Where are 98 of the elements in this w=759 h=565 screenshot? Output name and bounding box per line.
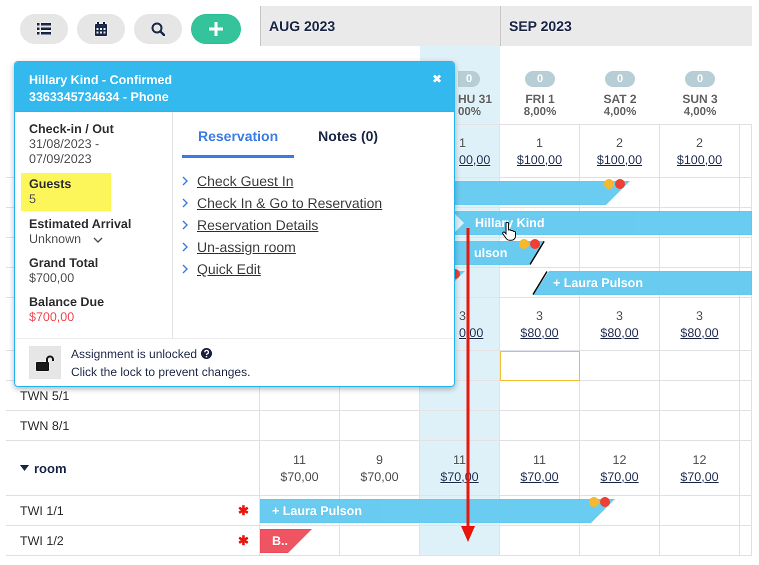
day-name: SUN 3 [682,92,718,106]
grid-cell [740,351,752,381]
availability-count: 12 [612,452,626,466]
month-title: SEP 2023 [509,18,572,34]
room-name: TWN 5/1 [20,388,70,402]
lock-button[interactable] [29,346,61,379]
chevron-down-icon [93,236,104,242]
count-badge: 0 [525,71,555,87]
rate-link[interactable]: 00,00 [459,152,490,166]
action-link[interactable]: Quick Edit [197,261,261,277]
required-mark: ✱ [238,533,249,548]
slash-mark [532,271,548,295]
help-icon [201,348,212,359]
calendar-icon [94,22,108,36]
rate-link[interactable]: $80,00 [520,326,559,340]
availability-count: 11 [453,452,466,466]
rate-link[interactable]: $100,00 [676,152,722,166]
guest-name: + Laura Pulson [272,504,362,518]
field-label: Check-in / Out [29,122,115,137]
field-value: 31/08/2023 - 07/09/2023 [29,137,100,167]
availability-count: 3 [536,308,543,322]
action-link[interactable]: Reservation Details [197,217,318,233]
popup-title: Hillary Kind - Confirmed [29,72,172,89]
availability-count: 3 [696,308,703,322]
slash-mark [529,241,545,265]
day-name: SAT 2 [603,92,637,106]
availability-count: 2 [696,136,703,150]
room-name: TWN 8/1 [20,418,70,432]
lock-hint: Click the lock to prevent changes. [71,364,250,380]
day-name: HU 31 [458,92,492,106]
room-name: TWI 1/1 [20,504,64,518]
grid-cell [740,526,752,556]
popup-subtitle: 3363345734634 - Phone [29,89,170,106]
search-icon [151,22,165,36]
availability-count: 3 [459,308,466,322]
rate-link[interactable]: $70,00 [520,470,559,484]
month-title: AUG 2023 [269,18,336,34]
selected-cell[interactable] [500,351,580,381]
availability-count: 1 [536,136,543,150]
chevron-right-icon [182,220,188,230]
grid-cell [740,178,752,208]
tab[interactable]: Reservation [182,116,294,158]
field-label: Guests [29,177,72,192]
field-label: Estimated Arrival [29,217,132,232]
availability-count: 9 [376,452,383,466]
chevron-right-icon [182,198,188,208]
guest-name: B.. [272,534,288,548]
count-badge: 0 [605,71,635,87]
availability-count: 3 [616,308,623,322]
count-badge: 0 [458,71,480,87]
lock-status: Assignment is unlocked [71,346,198,362]
chevron-right-icon [182,176,188,186]
occupancy-text: 8,00% [524,106,556,118]
field-value: $700,00 [29,310,76,325]
arrival-dropdown[interactable]: Unknown [29,232,154,247]
plus-icon [209,22,223,36]
rate-link[interactable]: $80,00 [600,326,639,340]
grid-cell [740,496,752,526]
grid-cell [740,238,752,268]
occupancy-text: 4,00% [684,106,716,118]
rate-link[interactable]: $70,00 [680,470,719,484]
grid-cell [740,381,752,411]
tab[interactable]: Notes (0) [302,116,394,158]
field-value: $700,00 [29,271,76,286]
rate-link[interactable]: $70,00 [600,470,639,484]
calendar-button[interactable] [77,14,125,44]
occupancy-text: 00% [458,106,482,118]
open-padlock-icon [36,354,54,370]
rate-link[interactable]: $100,00 [596,152,642,166]
action-link[interactable]: Check Guest In [197,173,294,189]
list-icon [37,22,51,36]
availability-count: 12 [692,452,706,466]
availability-count: 2 [616,136,623,150]
guest-name: + Laura Pulson [553,276,643,290]
action-link[interactable]: Check In & Go to Reservation [197,195,382,211]
action-link[interactable]: Un-assign room [197,239,296,255]
count-badge: 0 [685,71,715,87]
room-group-toggle[interactable]: room [20,460,66,476]
list-button[interactable] [20,14,68,44]
rate-link[interactable]: $80,00 [680,326,719,340]
guest-name: ulson [474,246,508,260]
field-value: 5 [29,192,37,207]
grid-cell [740,411,752,441]
rate-link[interactable]: $100,00 [516,152,562,166]
rate-text: $70,00 [280,470,319,484]
availability-count: 11 [293,452,306,466]
rate-text: $70,00 [360,470,399,484]
required-mark: ✱ [238,503,249,518]
field-label: Grand Total [29,256,100,271]
availability-count: 1 [459,136,466,150]
search-button[interactable] [134,14,182,44]
field-label: Balance Due [29,295,106,310]
availability-count: 11 [533,452,546,466]
occupancy-text: 4,00% [604,106,636,118]
room-name: TWI 1/2 [20,534,64,548]
chevron-right-icon [182,242,188,252]
day-name: FRI 1 [525,92,555,106]
chevron-right-icon [182,264,188,274]
